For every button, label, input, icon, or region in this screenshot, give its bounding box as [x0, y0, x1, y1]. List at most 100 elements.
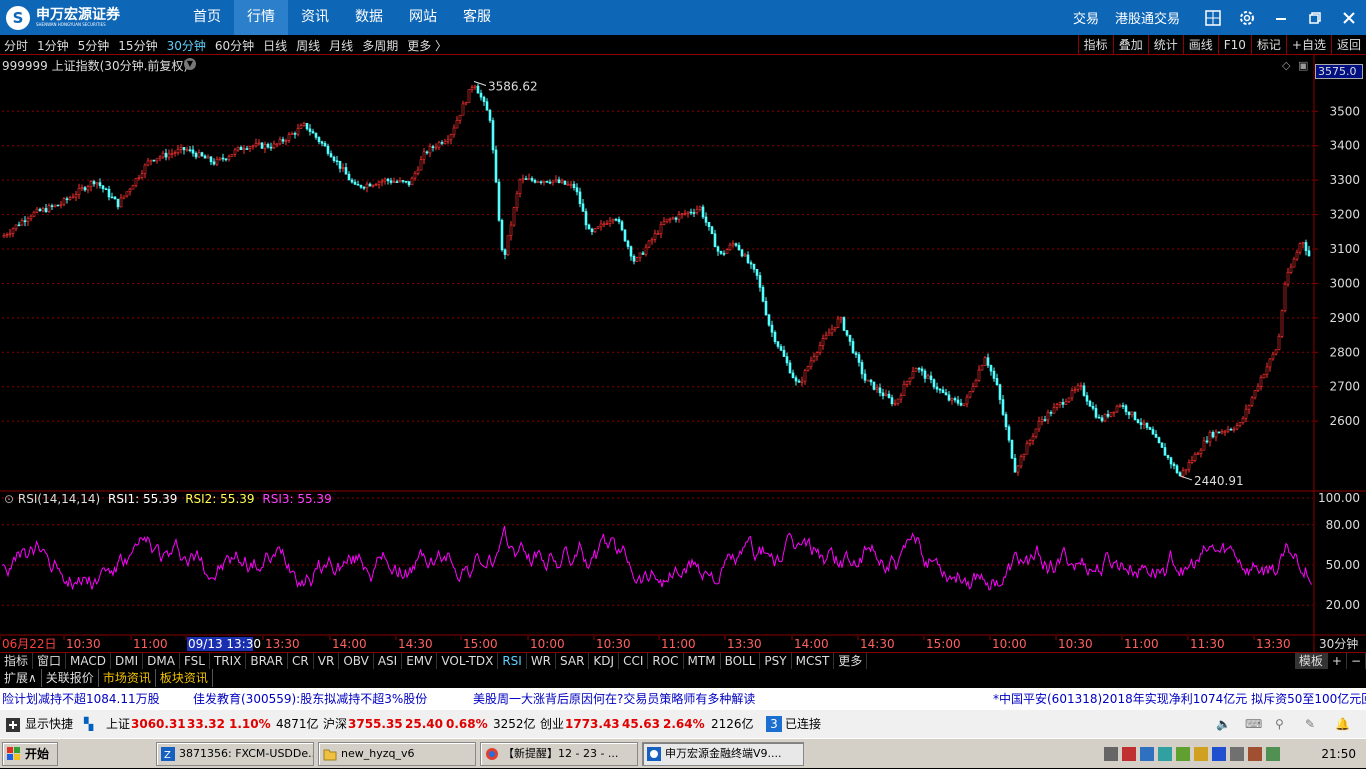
nav-website[interactable]: 网站: [396, 0, 450, 35]
clock[interactable]: 21:50: [1321, 739, 1356, 769]
period-tab-daily[interactable]: 日线: [263, 37, 287, 54]
search-icon[interactable]: ⚲: [1275, 710, 1284, 738]
task-browser[interactable]: 【新提醒】12 - 23 - ...: [480, 742, 638, 766]
tab-rsi[interactable]: RSI: [498, 653, 527, 669]
tools-icon[interactable]: ✎: [1305, 710, 1315, 738]
chevron-down-icon[interactable]: ▼: [184, 58, 196, 70]
period-tab-timeshare[interactable]: 分时: [4, 37, 28, 54]
tab-macd[interactable]: MACD: [66, 653, 112, 669]
restore-icon[interactable]: [1298, 0, 1332, 35]
rsi-title[interactable]: RSI(14,14,14): [18, 492, 100, 506]
tab-fsl[interactable]: FSL: [180, 653, 210, 669]
trade-link[interactable]: 交易: [1073, 8, 1099, 27]
add-window-button[interactable]: +: [1328, 653, 1347, 669]
tab-obv[interactable]: OBV: [339, 653, 374, 669]
tray-icon[interactable]: [1140, 747, 1154, 761]
tab-mcst[interactable]: MCST: [792, 653, 835, 669]
period-tab-1min[interactable]: 1分钟: [37, 37, 69, 54]
indicator-button[interactable]: 指标: [1077, 35, 1113, 55]
add-watchlist-button[interactable]: +自选: [1285, 35, 1331, 55]
nav-home[interactable]: 首页: [180, 0, 234, 35]
task-fxcm[interactable]: Z 3871356: FXCM-USDDe...: [156, 742, 314, 766]
tab-roc[interactable]: ROC: [648, 653, 684, 669]
f10-button[interactable]: F10: [1217, 35, 1251, 55]
period-tab-5min[interactable]: 5分钟: [78, 37, 110, 54]
task-swhy-terminal[interactable]: 申万宏源金融终端V9....: [642, 742, 804, 766]
tab-psy[interactable]: PSY: [760, 653, 792, 669]
nav-data[interactable]: 数据: [342, 0, 396, 35]
gear-icon[interactable]: [1230, 0, 1264, 35]
mark-button[interactable]: 标记: [1250, 35, 1286, 55]
overlay-button[interactable]: 叠加: [1112, 35, 1148, 55]
symbol-title[interactable]: 999999 上证指数(30分钟.前复权): [2, 57, 188, 74]
period-tab-weekly[interactable]: 周线: [296, 37, 320, 54]
ticker-item[interactable]: 佳发教育(300559):股东拟减持不超3%股份: [193, 688, 427, 710]
back-button[interactable]: 返回: [1330, 35, 1366, 55]
nav-quotes[interactable]: 行情: [234, 0, 288, 35]
template-button[interactable]: 模板: [1294, 653, 1328, 669]
tab-sar[interactable]: SAR: [556, 653, 590, 669]
kline-chart[interactable]: 3500 3400 3300 3200 3100 3000 2900 2800 2700 2600…: [0, 55, 1366, 655]
tray-icon[interactable]: [1104, 747, 1118, 761]
nav-service[interactable]: 客服: [450, 0, 504, 35]
tab-dma[interactable]: DMA: [143, 653, 180, 669]
period-tab-multi[interactable]: 多周期: [362, 37, 398, 54]
tab-cr[interactable]: CR: [288, 653, 314, 669]
sh-index-name[interactable]: 上证: [106, 710, 130, 738]
hk-connect-link[interactable]: 港股通交易: [1115, 8, 1180, 27]
tab-cci[interactable]: CCI: [619, 653, 649, 669]
connection-status[interactable]: 已连接: [785, 710, 821, 738]
tray-icon[interactable]: [1248, 747, 1262, 761]
tab-mtm[interactable]: MTM: [684, 653, 721, 669]
period-tab-30min[interactable]: 30分钟: [167, 37, 206, 54]
tab-kdj[interactable]: KDJ: [589, 653, 620, 669]
stats-button[interactable]: 统计: [1147, 35, 1183, 55]
hs-index-name[interactable]: 沪深: [323, 710, 347, 738]
tab-dmi[interactable]: DMI: [111, 653, 144, 669]
tab-indicator[interactable]: 指标: [0, 653, 34, 669]
draw-line-button[interactable]: 画线: [1182, 35, 1218, 55]
tab-emv[interactable]: EMV: [402, 653, 438, 669]
ticker-item[interactable]: 美股周一大涨背后原因何在?交易员策略师有多种解读: [473, 688, 755, 710]
tab-trix[interactable]: TRIX: [210, 653, 247, 669]
tray-icon[interactable]: [1266, 747, 1280, 761]
keyboard-icon[interactable]: ⌨: [1245, 710, 1262, 738]
task-folder[interactable]: new_hyzq_v6: [318, 742, 476, 766]
tray-icon[interactable]: [1158, 747, 1172, 761]
start-button[interactable]: 开始: [2, 742, 58, 766]
ticker-item[interactable]: 险计划减持不超1084.11万股: [2, 688, 160, 710]
ext-tab-expand[interactable]: 扩展∧: [0, 669, 42, 687]
tab-boll[interactable]: BOLL: [721, 653, 761, 669]
tab-asi[interactable]: ASI: [374, 653, 403, 669]
expand-icon[interactable]: [6, 710, 20, 738]
collapse-icon[interactable]: ⊙: [4, 492, 14, 506]
ext-tab-related[interactable]: 关联报价: [42, 669, 99, 687]
ext-tab-market-news[interactable]: 市场资讯: [99, 669, 156, 687]
close-icon[interactable]: [1332, 0, 1366, 35]
tab-vol-tdx[interactable]: VOL-TDX: [437, 653, 499, 669]
tab-window[interactable]: 窗口: [33, 653, 67, 669]
ext-tab-sector-news[interactable]: 板块资讯: [156, 669, 213, 687]
tray-icon[interactable]: [1212, 747, 1226, 761]
period-tab-more[interactable]: 更多 〉: [407, 37, 447, 54]
tray-icon[interactable]: [1230, 747, 1244, 761]
show-shortcut-label[interactable]: 显示快捷: [25, 710, 73, 738]
tray-icon[interactable]: [1194, 747, 1208, 761]
tab-brar[interactable]: BRAR: [246, 653, 289, 669]
ticker-item[interactable]: *中国平安(601318)2018年实现净利1074亿元 拟斥资50至100亿元…: [993, 688, 1366, 710]
grid-icon[interactable]: [1196, 0, 1230, 35]
cy-index-name[interactable]: 创业: [540, 710, 564, 738]
period-tab-60min[interactable]: 60分钟: [215, 37, 254, 54]
tray-icon[interactable]: [1122, 747, 1136, 761]
remove-window-button[interactable]: −: [1347, 653, 1366, 669]
period-tab-monthly[interactable]: 月线: [329, 37, 353, 54]
tab-wr[interactable]: WR: [527, 653, 557, 669]
nav-news[interactable]: 资讯: [288, 0, 342, 35]
speaker-icon[interactable]: 🔈: [1216, 710, 1231, 738]
period-tab-15min[interactable]: 15分钟: [118, 37, 157, 54]
tray-icon[interactable]: [1176, 747, 1190, 761]
minimize-icon[interactable]: [1264, 0, 1298, 35]
tab-more[interactable]: 更多: [834, 653, 868, 669]
bell-icon[interactable]: 🔔: [1335, 710, 1350, 738]
tab-vr[interactable]: VR: [314, 653, 340, 669]
